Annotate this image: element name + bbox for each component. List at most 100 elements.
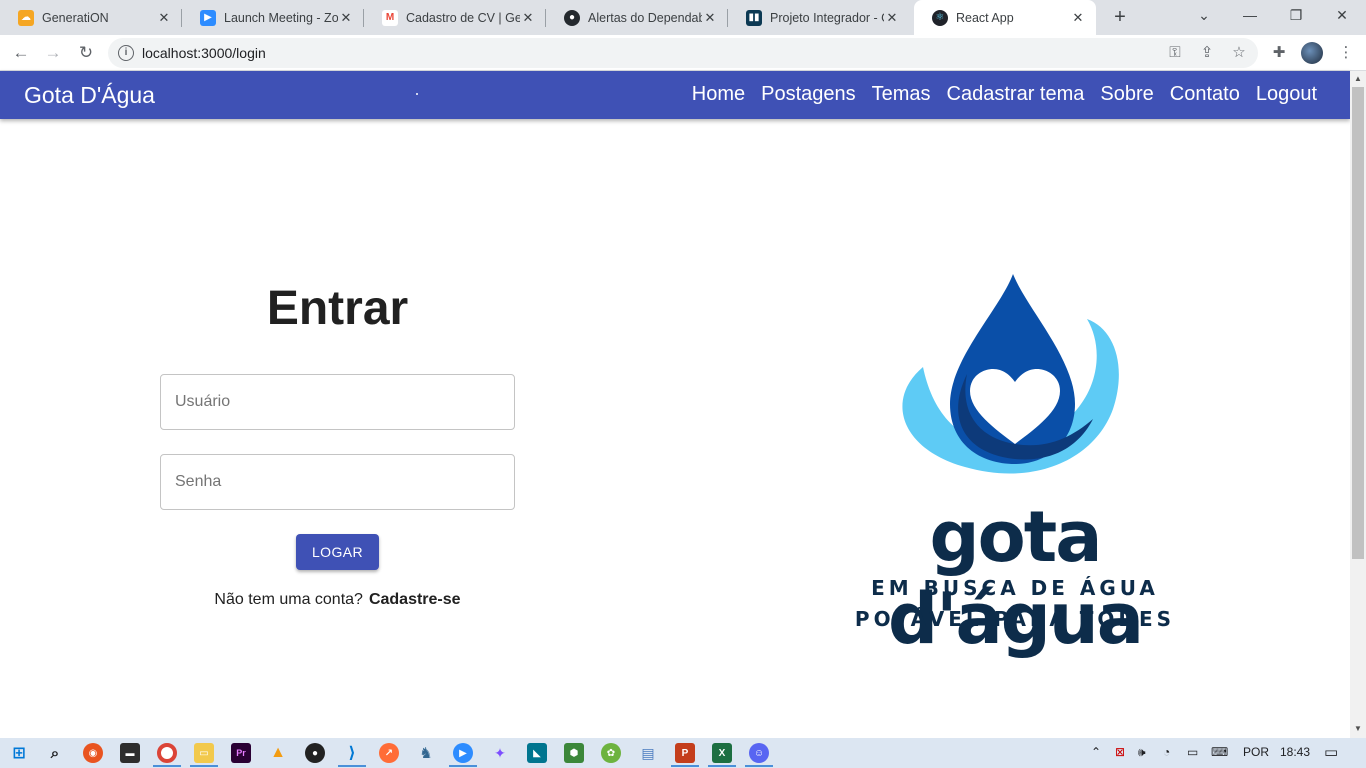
github-icon: ● (564, 9, 580, 26)
tab-title: Launch Meeting - Zoom (224, 10, 338, 25)
key-icon[interactable]: ⚿ (1166, 44, 1184, 62)
zoom-icon: ▶ (200, 9, 216, 26)
close-icon[interactable]: ✕ (520, 10, 536, 26)
password-field[interactable] (160, 454, 515, 510)
main-nav: Home Postagens Temas Cadastrar tema Sobr… (692, 83, 1317, 106)
extensions-icon[interactable]: ✚ (1269, 43, 1289, 63)
logo-tagline-2: POTÁVEL PARA TODES (854, 607, 1176, 631)
tab-title: Alertas do Dependabot (588, 10, 702, 25)
keyboard-icon[interactable]: ⌨ (1211, 745, 1228, 759)
browser-tab[interactable]: ● Alertas do Dependabot ✕ (546, 0, 728, 35)
logo-tagline-1: EM BUSCA DE ÁGUA (871, 576, 1159, 600)
logo-area: gota d'água EM BUSCA DE ÁGUA POTÁVEL PAR… (675, 119, 1350, 738)
restore-button[interactable]: ❐ (1273, 0, 1319, 30)
discord-icon[interactable]: ☺ (749, 743, 769, 763)
tab-search-icon[interactable]: ⌄ (1181, 0, 1227, 30)
premiere-icon[interactable]: Pr (231, 743, 251, 763)
username-field[interactable] (160, 374, 515, 430)
vscode-icon[interactable]: ⟩ (342, 743, 362, 763)
terminal-icon[interactable]: ▬ (120, 743, 140, 763)
react-icon: ⚛ (932, 9, 948, 26)
clock[interactable]: 18:43 (1280, 745, 1310, 759)
spring-icon[interactable]: ✿ (601, 743, 621, 763)
vlc-icon[interactable]: ▲ (268, 743, 288, 763)
ubuntu-icon[interactable]: ◉ (83, 743, 103, 763)
no-account-text: Não tem uma conta? (214, 591, 363, 608)
monitor-icon[interactable]: ▤ (638, 743, 658, 763)
windows-start-icon[interactable]: ⊞ (9, 743, 29, 763)
divider-dot (416, 93, 418, 95)
windows-taskbar: ⊞ ⌕ ◉ ▬ ▭ Pr ▲ ● ⟩ ↗ ♞ ▶ ✦ ◣ ⬢ ✿ ▤ P X ☺… (0, 738, 1366, 768)
username-input[interactable] (161, 375, 514, 429)
file-explorer-icon[interactable]: ▭ (194, 743, 214, 763)
address-bar[interactable]: i localhost:3000/login ⚿ ⇪ ☆ (108, 38, 1258, 68)
excel-icon[interactable]: X (712, 743, 732, 763)
tray-overflow-icon[interactable]: ⌃ (1091, 745, 1101, 759)
page-scrollbar[interactable]: ▲ ▼ (1350, 71, 1366, 738)
app-brand[interactable]: Gota D'Água (24, 82, 155, 109)
forward-arrow-icon[interactable]: → (41, 41, 65, 65)
scroll-up-icon[interactable]: ▲ (1353, 74, 1363, 84)
nav-cadastrar-tema[interactable]: Cadastrar tema (947, 83, 1085, 106)
nav-sobre[interactable]: Sobre (1100, 83, 1153, 106)
close-icon[interactable]: ✕ (884, 10, 900, 26)
nav-home[interactable]: Home (692, 83, 745, 106)
login-panel: Entrar LOGAR Não tem uma conta? Cadastre-… (0, 119, 675, 738)
close-icon[interactable]: ✕ (156, 10, 172, 26)
share-icon[interactable]: ⇪ (1198, 44, 1216, 62)
back-arrow-icon[interactable]: ← (9, 41, 33, 65)
postman-icon[interactable]: ↗ (379, 743, 399, 763)
nav-contato[interactable]: Contato (1170, 83, 1240, 106)
signup-link[interactable]: Cadastre-se (369, 591, 461, 608)
tab-title: React App (956, 10, 1014, 25)
search-icon[interactable]: ⌕ (45, 743, 65, 763)
close-icon[interactable]: ✕ (1070, 10, 1086, 26)
browser-toolbar: ← → ↻ i localhost:3000/login ⚿ ⇪ ☆ ✚ ⋮ (0, 35, 1366, 71)
water-drop-logo (902, 274, 1119, 474)
star-icon[interactable]: ☆ (1230, 44, 1248, 62)
reload-icon[interactable]: ↻ (74, 41, 98, 65)
minimize-button[interactable]: — (1227, 0, 1273, 30)
tab-title: GeneratiON (42, 10, 109, 25)
nodejs-icon[interactable]: ⬢ (564, 743, 584, 763)
postgres-icon[interactable]: ♞ (416, 743, 436, 763)
network-alert-icon[interactable]: ⊠ (1115, 745, 1125, 759)
login-button[interactable]: LOGAR (296, 534, 379, 570)
nav-logout[interactable]: Logout (1256, 83, 1317, 106)
mysql-icon[interactable]: ◣ (527, 743, 547, 763)
zoom-icon[interactable]: ▶ (453, 743, 473, 763)
scroll-thumb[interactable] (1352, 87, 1364, 559)
language-indicator[interactable]: POR (1243, 745, 1269, 759)
nav-postagens[interactable]: Postagens (761, 83, 856, 106)
chrome-icon[interactable] (157, 743, 177, 763)
powerpoint-icon[interactable]: P (675, 743, 695, 763)
page-title: Entrar (266, 282, 409, 335)
browser-tab[interactable]: ▮▮ Projeto Integrador - G ✕ (728, 0, 910, 35)
nav-temas[interactable]: Temas (872, 83, 931, 106)
profile-avatar[interactable] (1301, 42, 1323, 64)
signup-prompt: Não tem uma conta? Cadastre-se (0, 591, 675, 609)
browser-tab[interactable]: ☁ GeneratiON ✕ (0, 0, 182, 35)
gmail-icon: M (382, 9, 398, 26)
close-icon[interactable]: ✕ (702, 10, 718, 26)
browser-tab[interactable]: ▶ Launch Meeting - Zoom ✕ (182, 0, 364, 35)
notifications-icon[interactable]: ▭ (1324, 743, 1338, 761)
obs-icon[interactable]: ● (305, 743, 325, 763)
tab-title: Cadastro de CV | GenT (406, 10, 520, 25)
battery-icon[interactable]: ▭ (1187, 745, 1198, 759)
new-tab-button[interactable]: + (1108, 5, 1132, 29)
figma-icon[interactable]: ✦ (490, 743, 510, 763)
browser-tab[interactable]: M Cadastro de CV | GenT ✕ (364, 0, 546, 35)
site-info-icon[interactable]: i (118, 45, 134, 61)
browser-tab-active[interactable]: ⚛ React App ✕ (914, 0, 1096, 35)
close-window-button[interactable]: ✕ (1319, 0, 1365, 30)
menu-kebab-icon[interactable]: ⋮ (1336, 43, 1356, 63)
url-text[interactable]: localhost:3000/login (142, 45, 266, 61)
close-icon[interactable]: ✕ (338, 10, 354, 26)
wifi-icon[interactable]: ◔ (1163, 745, 1170, 759)
scroll-down-icon[interactable]: ▼ (1353, 724, 1363, 734)
password-input[interactable] (161, 455, 514, 509)
volume-icon[interactable]: 🕪 (1138, 745, 1146, 760)
trello-icon: ▮▮ (746, 9, 762, 26)
cloud-icon: ☁ (18, 9, 34, 26)
